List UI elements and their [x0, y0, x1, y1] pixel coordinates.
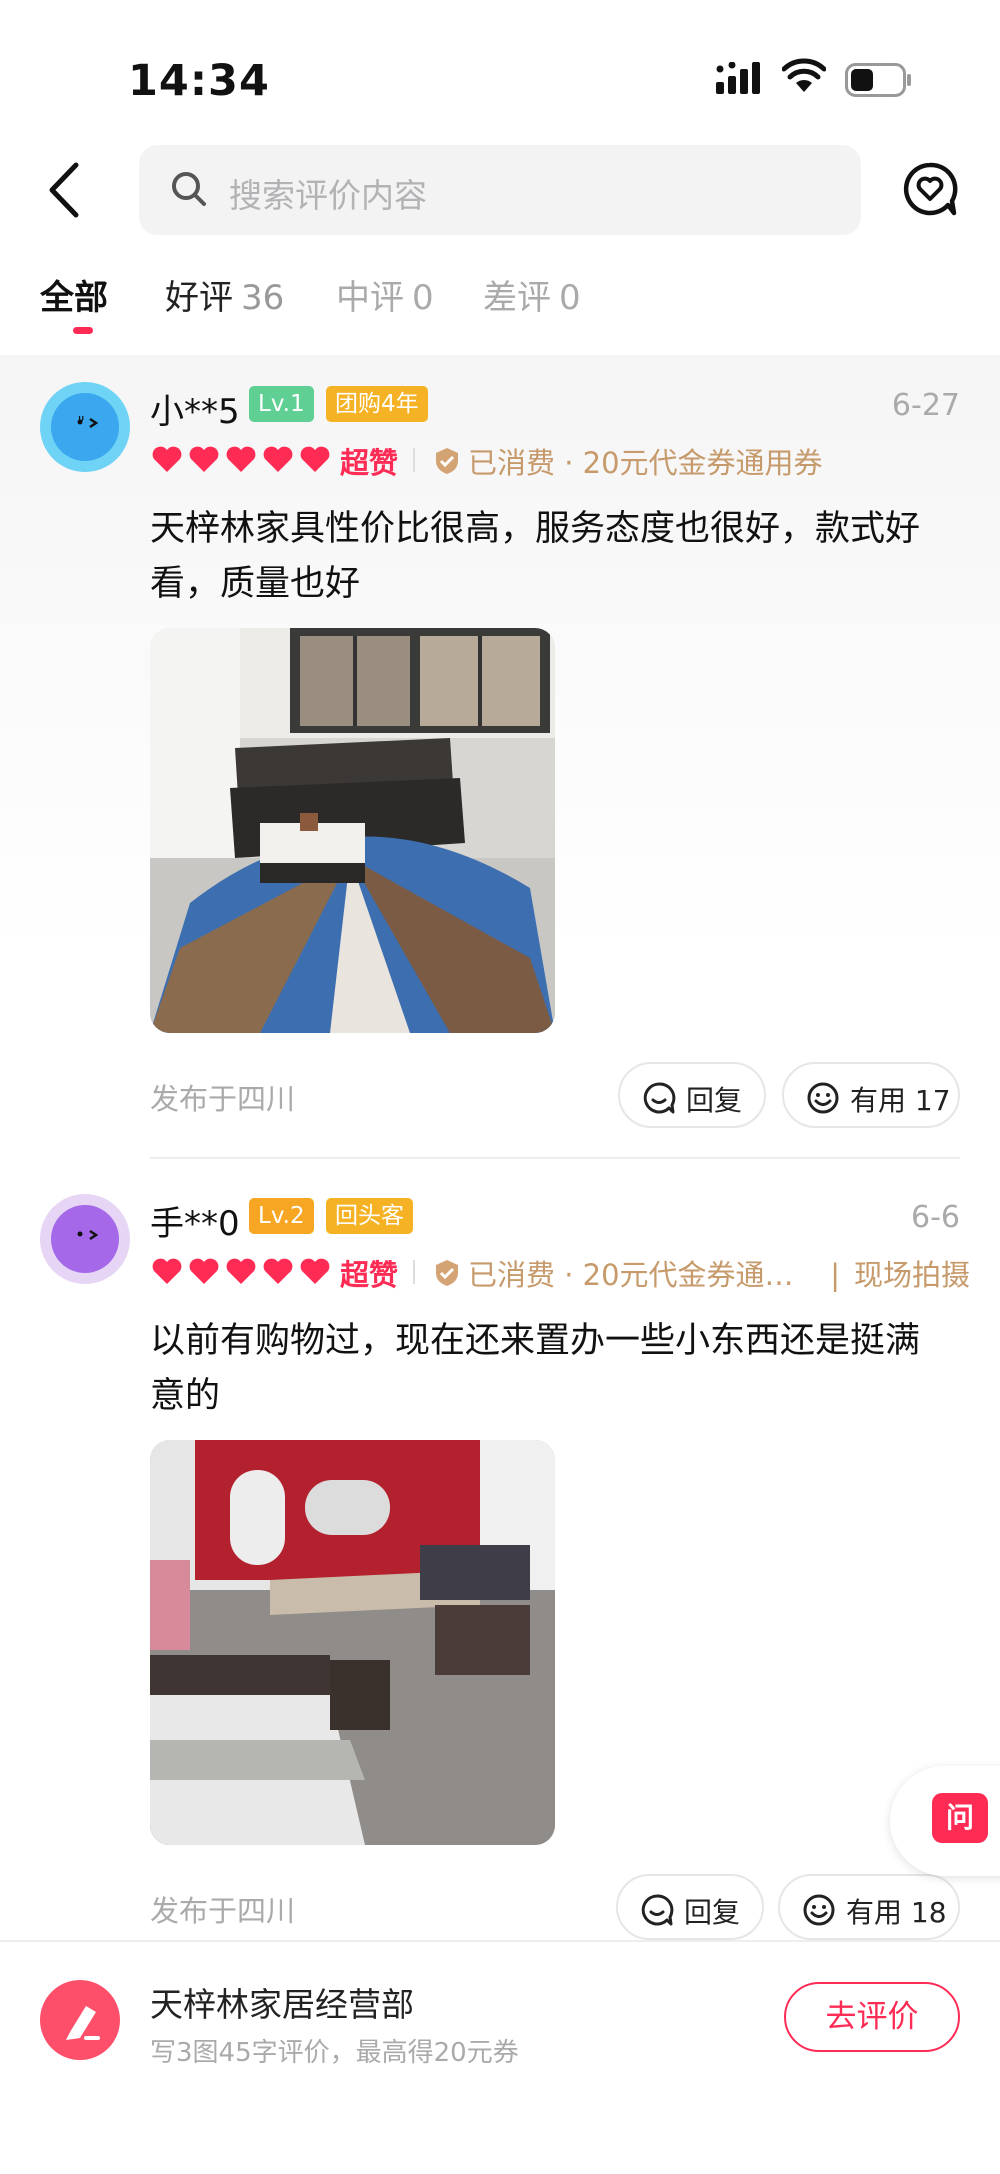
verified-shield-icon [436, 448, 458, 474]
top-nav: 搜索评价内容 [0, 145, 1000, 235]
search-placeholder: 搜索评价内容 [229, 176, 427, 215]
search-input[interactable]: 搜索评价内容 [139, 145, 861, 235]
review-reward-hint: 写3图45字评价，最高得20元券 [150, 2038, 519, 2068]
smile-icon [803, 1894, 835, 1926]
heart-chat-icon[interactable] [900, 159, 960, 219]
review-date: 6-27 [891, 388, 960, 423]
bottom-bar: 天梓林家居经营部 写3图45字评价，最高得20元券 去评价 [0, 1940, 1000, 2174]
reply-button[interactable]: 回复 [616, 1874, 764, 1940]
status-time: 14:34 [128, 56, 270, 106]
ask-icon: 问 [932, 1793, 988, 1843]
ask-question-button[interactable]: 问 [890, 1766, 1000, 1876]
review-footer: 发布于四川 回复 有用 17 [150, 1062, 960, 1128]
back-icon[interactable] [40, 159, 92, 221]
heart-rating-icon [152, 1258, 330, 1284]
tab-positive-count: 36 [241, 278, 285, 318]
useful-button[interactable]: 有用 17 [782, 1062, 960, 1128]
tab-positive[interactable]: 好评 36 [165, 270, 284, 319]
useful-button[interactable]: 有用 18 [778, 1874, 960, 1940]
review-photo[interactable] [150, 1440, 555, 1845]
heart-rating-icon [152, 446, 330, 472]
rating-row: 超赞 已消费 · 20元代金券通… | 现场拍摄 [150, 1252, 970, 1292]
tab-neutral-count: 0 [412, 278, 434, 318]
tab-negative[interactable]: 差评 0 [483, 270, 581, 319]
battery-icon [845, 63, 911, 97]
consume-info: 已消费 · 20元代金券通… [468, 1258, 794, 1292]
separator [413, 448, 415, 472]
tab-negative-count: 0 [559, 278, 581, 318]
rating-row: 超赞 已消费 · 20元代金券通用券 [150, 440, 970, 480]
onsite-photo-label: | 现场拍摄 [830, 1258, 970, 1292]
avatar[interactable] [40, 1194, 130, 1284]
username: 小**5 [150, 392, 240, 432]
smile-icon [807, 1082, 839, 1114]
active-tab-indicator [73, 327, 93, 334]
review-photo[interactable] [150, 628, 555, 1033]
status-bar: 14:34 [0, 0, 1000, 150]
review-footer: 发布于四川 回复 有用 18 [150, 1874, 960, 1940]
rating-label: 超赞 [340, 446, 399, 480]
user-level-badge: Lv.1 [249, 386, 314, 422]
tab-all[interactable]: 全部 [40, 270, 108, 319]
comment-icon [641, 1894, 674, 1926]
username: 手**0 [150, 1204, 240, 1244]
post-location: 发布于四川 [150, 1082, 296, 1116]
avatar[interactable]: ᐡ [40, 382, 130, 472]
write-review-icon [40, 1980, 120, 2060]
search-icon [172, 172, 206, 206]
rating-label: 超赞 [340, 1258, 399, 1292]
consume-info: 已消费 · 20元代金券通用券 [468, 446, 823, 480]
user-level-badge: Lv.2 [249, 1198, 314, 1234]
user-tag-badge: 团购4年 [326, 386, 428, 422]
cellular-signal-icon [716, 62, 760, 94]
separator [413, 1260, 415, 1284]
wifi-icon [782, 58, 826, 92]
verified-shield-icon [436, 1260, 458, 1286]
write-review-button[interactable]: 去评价 [784, 1982, 960, 2052]
review-divider [150, 1157, 960, 1159]
review-text: 以前有购物过，现在还来置办一些小东西还是挺满意的 [150, 1321, 921, 1416]
review-text: 天梓林家具性价比很高，服务态度也很好，款式好看，质量也好 [150, 509, 921, 604]
reply-button[interactable]: 回复 [618, 1062, 766, 1128]
post-location: 发布于四川 [150, 1894, 296, 1928]
shop-name: 天梓林家居经营部 [150, 1985, 414, 2024]
comment-icon [643, 1082, 676, 1114]
user-tag-badge: 回头客 [326, 1198, 413, 1234]
review-date: 6-6 [911, 1200, 960, 1235]
tab-neutral[interactable]: 中评 0 [336, 270, 434, 319]
